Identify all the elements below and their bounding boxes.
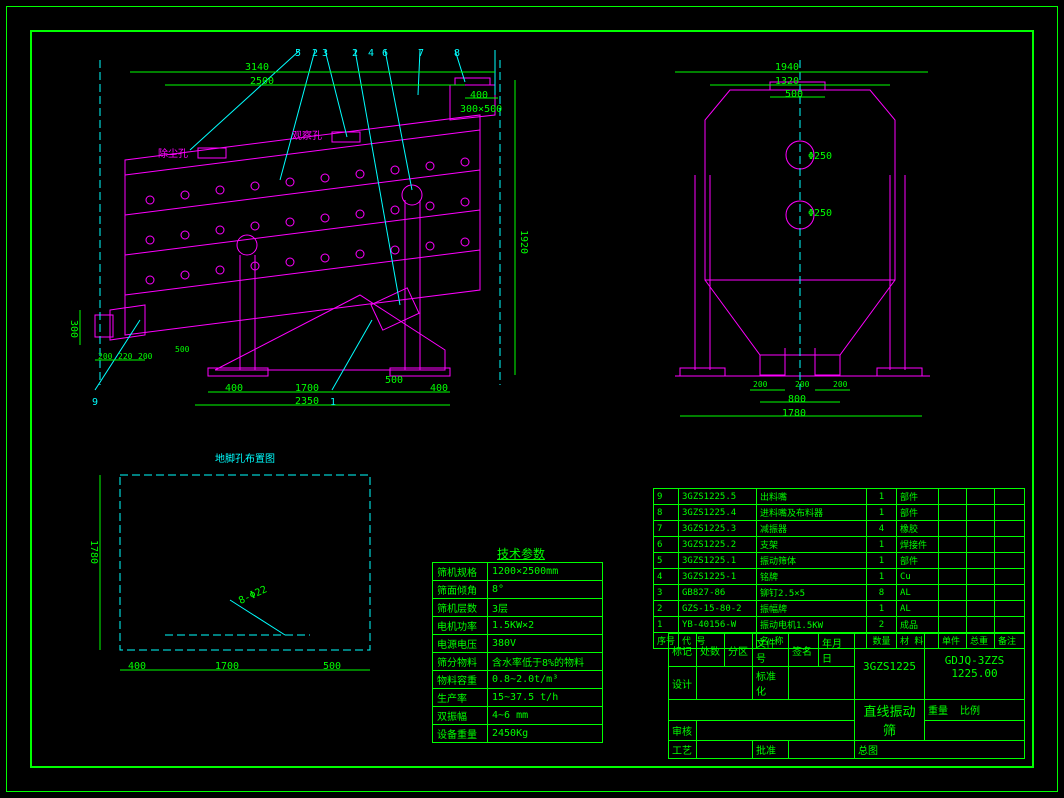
dim-2500: 2500 [250, 76, 274, 87]
dim-300: 300 [68, 320, 79, 338]
dim-1920: 1920 [518, 230, 529, 254]
dim-400a: 400 [225, 383, 243, 394]
annot-viewport: 观察孔 [292, 127, 322, 142]
dim-500b: 500 [385, 375, 403, 386]
params-title: 技术参数 [497, 545, 545, 562]
dim-400: 400 [470, 90, 488, 101]
annot-dustport: 除尘孔 [158, 145, 188, 160]
dim-p1780: 1780 [88, 540, 99, 564]
dim-3140: 3140 [245, 62, 269, 73]
dim-p400: 400 [128, 661, 146, 672]
dim-p500: 500 [323, 661, 341, 672]
dim-1320: 1320 [775, 76, 799, 87]
dim-400b: 400 [430, 383, 448, 394]
params-table: 筛机规格1200×2500mm筛面倾角8°筛机层数3层电机功率1.5KW×2电源… [432, 562, 603, 743]
leader-7: 7 [418, 48, 424, 59]
leader-2: 2 [312, 48, 318, 59]
leader-6: 6 [382, 48, 388, 59]
parts-list: 93GZS1225.5出料嘴1部件83GZS1225.4进料嘴及布料器1部件73… [653, 488, 1025, 649]
leader-2b: 2 [352, 48, 358, 59]
dim-200a: 200 [98, 352, 112, 361]
dim-1780: 1780 [782, 408, 806, 419]
dim-300x500: 300×500 [460, 104, 502, 115]
dim-800: 800 [788, 394, 806, 405]
dim-500: 500 [785, 89, 803, 100]
leader-8: 8 [454, 48, 460, 59]
dim-phi250b: Φ250 [808, 208, 832, 219]
leader-9: 9 [92, 397, 98, 408]
dim-r200b: 200 [795, 380, 809, 389]
leader-3: 3 [322, 48, 328, 59]
dim-1700: 1700 [295, 383, 319, 394]
leader-5: 5 [295, 48, 301, 59]
plan-title: 地脚孔布置图 [215, 450, 275, 465]
title-block: 标记处数 分区文件号 签名年月日 3GZS1225 GDJQ-3ZZS 1225… [668, 633, 1025, 759]
dim-2350: 2350 [295, 396, 319, 407]
dim-220: 220 [118, 352, 132, 361]
dim-1940: 1940 [775, 62, 799, 73]
dim-200b: 200 [138, 352, 152, 361]
leader-4: 4 [368, 48, 374, 59]
dim-500a: 500 [175, 345, 189, 354]
dim-phi250a: Φ250 [808, 151, 832, 162]
dim-r200a: 200 [753, 380, 767, 389]
dim-r200c: 200 [833, 380, 847, 389]
leader-1: 1 [330, 397, 336, 408]
dim-p1700: 1700 [215, 661, 239, 672]
